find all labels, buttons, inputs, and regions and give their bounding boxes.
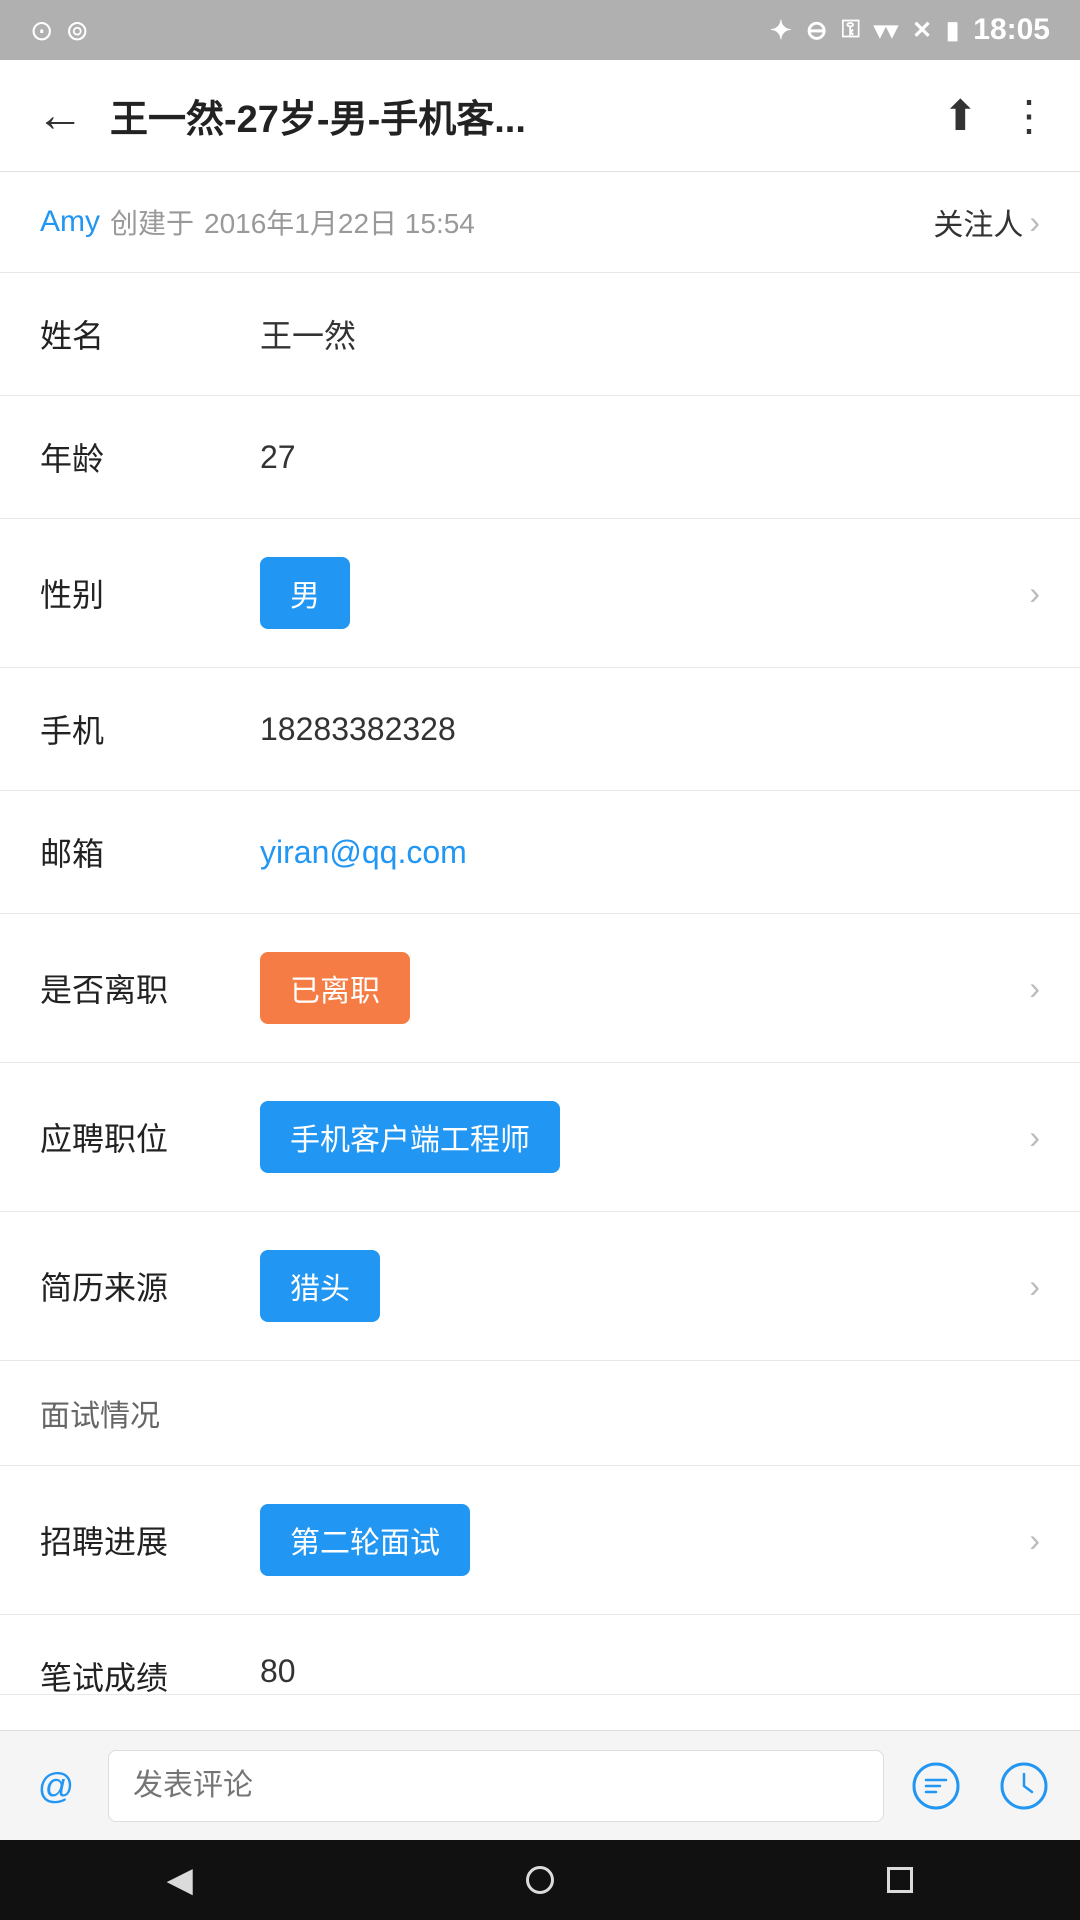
status-bar-right: ✦ ⊖ ⚿ ▾▾ ✕ ▮ 18:05: [770, 13, 1050, 47]
label-score: 笔试成绩: [40, 1653, 260, 1695]
wifi-icon: ▾▾: [874, 16, 898, 45]
minus-circle-icon: ⊖: [806, 15, 828, 46]
creator-info: Amy 创建于 2016年1月22日 15:54: [40, 202, 475, 242]
page-title: 王一然-27岁-男-手机客...: [110, 88, 923, 143]
follower-link[interactable]: 关注人 ›: [933, 200, 1040, 244]
back-button[interactable]: ←: [30, 88, 90, 143]
share-button[interactable]: ⬆: [943, 91, 978, 140]
label-gender: 性别: [40, 570, 260, 616]
arrow-source: ›: [1029, 1268, 1040, 1305]
progress-badge: 第二轮面试: [260, 1504, 470, 1576]
value-gender: 男: [260, 557, 1019, 629]
arrow-progress: ›: [1029, 1522, 1040, 1559]
at-button[interactable]: @: [20, 1750, 92, 1822]
signal-off-icon: ✕: [912, 16, 932, 45]
battery-icon: ▮: [946, 16, 959, 45]
value-position: 手机客户端工程师: [260, 1101, 1019, 1173]
content-area: Amy 创建于 2016年1月22日 15:54 关注人 › 姓名 王一然 年龄…: [0, 172, 1080, 1895]
arrow-position: ›: [1029, 1119, 1040, 1156]
label-resigned: 是否离职: [40, 965, 260, 1011]
nav-home-button[interactable]: [526, 1866, 554, 1894]
bluetooth-icon: ✦: [770, 15, 792, 46]
app-bar: ← 王一然-27岁-男-手机客... ⬆ ⋮: [0, 60, 1080, 172]
history-icon-button[interactable]: [988, 1750, 1060, 1822]
status-bar: ⊙ ⊚ ✦ ⊖ ⚿ ▾▾ ✕ ▮ 18:05: [0, 0, 1080, 60]
creator-date-prefix: 创建于: [110, 202, 194, 242]
value-source: 猎头: [260, 1250, 1019, 1322]
bottom-bar: @: [0, 1730, 1080, 1840]
resigned-badge: 已离职: [260, 952, 410, 1024]
section-header-label: 面试情况: [40, 1400, 160, 1433]
field-row-name: 姓名 王一然: [0, 273, 1080, 396]
comment-input[interactable]: [108, 1750, 884, 1822]
position-badge: 手机客户端工程师: [260, 1101, 560, 1173]
label-position: 应聘职位: [40, 1114, 260, 1160]
value-progress: 第二轮面试: [260, 1504, 1019, 1576]
nav-back-button[interactable]: ◀: [167, 1860, 193, 1900]
arrow-resigned: ›: [1029, 970, 1040, 1007]
field-row-resigned[interactable]: 是否离职 已离职 ›: [0, 914, 1080, 1063]
status-bar-left: ⊙ ⊚: [30, 14, 89, 47]
creator-row: Amy 创建于 2016年1月22日 15:54 关注人 ›: [0, 172, 1080, 273]
value-age: 27: [260, 439, 1040, 476]
source-badge: 猎头: [260, 1250, 380, 1322]
field-row-email[interactable]: 邮箱 yiran@qq.com: [0, 791, 1080, 914]
label-phone: 手机: [40, 706, 260, 752]
arrow-gender: ›: [1029, 575, 1040, 612]
value-score: 80: [260, 1653, 1040, 1690]
value-resigned: 已离职: [260, 952, 1019, 1024]
field-row-gender[interactable]: 性别 男 ›: [0, 519, 1080, 668]
section-header-interview: 面试情况: [0, 1361, 1080, 1466]
field-row-age: 年龄 27: [0, 396, 1080, 519]
gender-badge: 男: [260, 557, 350, 629]
label-email: 邮箱: [40, 829, 260, 875]
system-nav-bar: ◀: [0, 1840, 1080, 1920]
label-name: 姓名: [40, 311, 260, 357]
time-display: 18:05: [973, 13, 1050, 47]
label-progress: 招聘进展: [40, 1517, 260, 1563]
label-age: 年龄: [40, 434, 260, 480]
key-icon: ⚿: [842, 16, 860, 44]
value-phone: 18283382328: [260, 711, 1040, 748]
more-options-button[interactable]: ⋮: [1008, 91, 1050, 140]
label-source: 简历来源: [40, 1263, 260, 1309]
field-row-score: 笔试成绩 80: [0, 1615, 1080, 1695]
nav-recents-button[interactable]: [887, 1867, 913, 1893]
follower-label: 关注人: [933, 200, 1023, 244]
chevron-right-icon: ›: [1029, 204, 1040, 241]
field-row-phone: 手机 18283382328: [0, 668, 1080, 791]
wifi-icon: ⊙: [30, 14, 53, 47]
creator-date: 2016年1月22日 15:54: [204, 202, 475, 242]
creator-name: Amy: [40, 205, 100, 239]
signal-alt-icon: ⊚: [65, 14, 88, 47]
field-row-progress[interactable]: 招聘进展 第二轮面试 ›: [0, 1466, 1080, 1615]
chat-icon-button[interactable]: [900, 1750, 972, 1822]
value-email[interactable]: yiran@qq.com: [260, 834, 1040, 871]
app-bar-actions: ⬆ ⋮: [943, 91, 1050, 140]
field-row-source[interactable]: 简历来源 猎头 ›: [0, 1212, 1080, 1361]
field-row-position[interactable]: 应聘职位 手机客户端工程师 ›: [0, 1063, 1080, 1212]
value-name: 王一然: [260, 311, 1040, 357]
